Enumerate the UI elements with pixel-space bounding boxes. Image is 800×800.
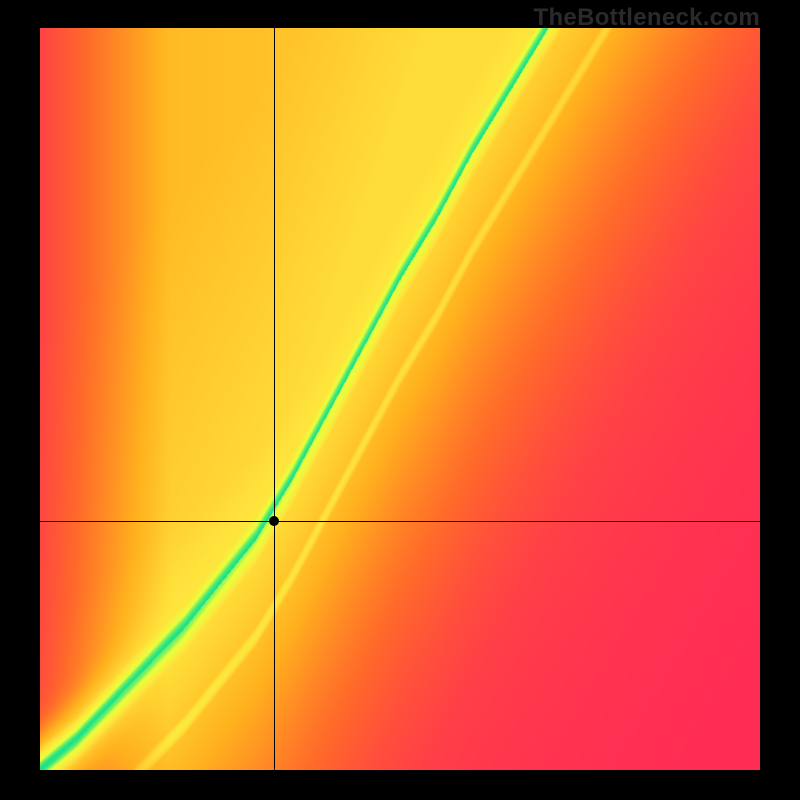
- heatmap-canvas: [40, 28, 760, 770]
- chart-frame: TheBottleneck.com: [0, 0, 800, 800]
- heatmap-plot-area: [40, 28, 760, 770]
